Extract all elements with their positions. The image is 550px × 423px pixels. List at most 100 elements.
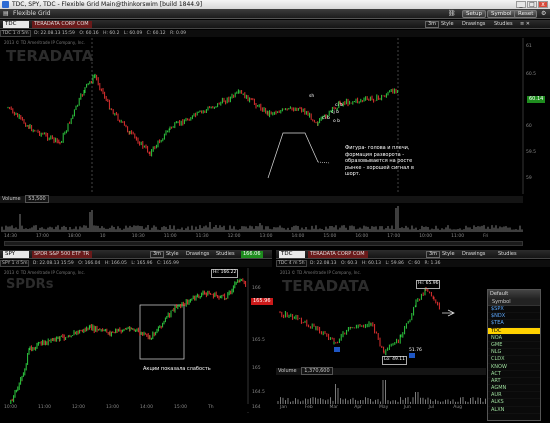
top-studies-button[interactable]: Studies (494, 21, 513, 28)
tdc-price-plot (279, 286, 455, 361)
price-axis-label: 61 (526, 44, 532, 49)
time-axis-label: 10 (99, 234, 106, 239)
top-quote-item: L: 60.09 (123, 31, 143, 36)
time-axis-label: 15:00 (174, 405, 187, 410)
tdc-quote-item: L: 59.86 (385, 261, 404, 266)
time-axis-label: Feb (304, 405, 313, 410)
tdc-quote-item: TDC 4 m 5h (276, 260, 307, 267)
watchlist-item[interactable]: $SPX (488, 306, 540, 314)
time-axis-label: 15:00 (323, 234, 337, 239)
watchlist-item[interactable]: AGMN (488, 385, 540, 393)
pattern-annotation: Фигура- голова и плечи, формация разворо… (345, 145, 414, 177)
tdc-symbol-description: TERADATA CORP COM (308, 251, 368, 258)
watchlist-item[interactable]: ACT (488, 371, 540, 378)
spy-quote-item: L: 165.96 (131, 261, 153, 266)
link-icon[interactable]: ⛓ (448, 10, 456, 18)
top-pane-menu-icon[interactable]: ≡ ✕ (520, 21, 530, 28)
top-price-plot (7, 38, 524, 194)
watchlist-column-header[interactable]: Symbol (488, 299, 540, 306)
top-chart-header: TDC TERADATA CORP COM 3m Style Drawings … (0, 20, 550, 29)
window-title: TDC, SPY, TDC - Flexible Grid Main@think… (12, 1, 203, 8)
watchlist-item[interactable]: NLG (488, 349, 540, 357)
watchlist-item[interactable]: ALXN (488, 407, 540, 414)
minimize-button[interactable]: _ (516, 1, 526, 8)
tdc-mark-label: 51.76 (409, 348, 422, 353)
top-drawings-button[interactable]: Drawings (462, 21, 485, 28)
tdc-price-chart[interactable]: 2013 © TD Ameritrade IP Company, Inc. TE… (276, 268, 486, 368)
spy-annotation: Акции показала слабость (143, 366, 211, 372)
spy-price-axis: 164 (252, 405, 261, 410)
time-axis-label: Jul (428, 405, 434, 410)
time-axis-label: Apr (354, 405, 363, 410)
watchlist-header[interactable]: Default (488, 290, 540, 299)
tdc-studies-button[interactable]: Studies (498, 251, 517, 258)
tdc-volume-chart (276, 376, 486, 404)
tdc-quote-item: C: 60 (408, 261, 421, 266)
watchlist-item[interactable]: ART (488, 378, 540, 386)
top-style-button[interactable]: Style (441, 21, 454, 28)
watchlist-item[interactable]: KNOW (488, 364, 540, 371)
grid-icon[interactable]: ▤ (3, 10, 9, 18)
pattern-label: ci b (322, 116, 331, 121)
tdc-period-button[interactable]: 3m (426, 251, 441, 258)
spy-drawings-button[interactable]: Drawings (186, 251, 209, 258)
time-axis-label: Mar (329, 405, 339, 410)
watchlist-item[interactable]: ALKS (488, 399, 540, 407)
spy-quote-item: O: 166.04 (78, 261, 101, 266)
tdc-quote-item: R: 1.36 (424, 261, 441, 266)
tdc-quote-item: D: 22.08.13 (310, 261, 337, 266)
time-axis-label: 10:30 (131, 234, 145, 239)
top-quote-item: R: 0.09 (170, 31, 187, 36)
time-axis-label: 11:00 (451, 234, 465, 239)
spy-chart-header: SPY SPDR S&P 500 ETF TR 3m Style Drawing… (0, 250, 272, 259)
price-axis-label: 60 (526, 124, 532, 129)
spy-period-button[interactable]: 3m (150, 251, 165, 258)
tdc-symbol-field[interactable]: TDC (279, 251, 305, 258)
watchlist-item[interactable]: TDC (488, 327, 540, 335)
pattern-label: o b (333, 119, 341, 124)
window-titlebar: TDC, SPY, TDC - Flexible Grid Main@think… (0, 0, 550, 9)
maximize-button[interactable]: □ (527, 1, 537, 8)
time-axis-label: Aug (453, 405, 463, 410)
reset-button[interactable]: Reset (514, 10, 538, 18)
pattern-label: ci b (335, 103, 344, 108)
top-quote-item: D: 22.08.13 15:59 (34, 31, 75, 36)
spy-symbol-field[interactable]: SPY (3, 251, 29, 258)
top-time-axis: 14:30 17:00 18:00 10 10:30 11:00 11:30 12:00 13:… (0, 233, 523, 241)
watchlist-item[interactable]: CLDX (488, 356, 540, 364)
tdc-style-button[interactable]: Style (442, 251, 455, 258)
watchlist-item[interactable]: $TEA (488, 320, 540, 328)
close-button[interactable]: x (538, 1, 548, 8)
watchlist-item[interactable]: GME (488, 342, 540, 350)
time-axis-label: 14:00 (140, 405, 153, 410)
watchlist-item[interactable]: NOA (488, 335, 540, 342)
symbol-button[interactable]: Symbol (487, 10, 516, 18)
app-label[interactable]: Flexible Grid (13, 10, 51, 18)
top-period-button[interactable]: 3m (425, 21, 440, 28)
spy-price-chart[interactable]: 2013 © TD Ameritrade IP Company, Inc. SP… (0, 268, 273, 413)
top-scrollbar[interactable] (4, 241, 523, 246)
spy-price-badge: 166.06 (241, 251, 263, 258)
time-axis-label: 11:00 (38, 405, 51, 410)
watchlist-item[interactable]: $NDX (488, 313, 540, 321)
spy-style-button[interactable]: Style (166, 251, 179, 258)
spy-studies-button[interactable]: Studies (216, 251, 235, 258)
top-symbol-field[interactable]: TDC (3, 21, 29, 28)
gear-icon[interactable]: ⚙ (541, 10, 546, 18)
top-last-price-badge: 60.14 (527, 96, 546, 103)
top-volume-label: Volume (2, 196, 21, 202)
top-price-chart[interactable]: 2013 © TD Ameritrade IP Company, Inc. TE… (0, 38, 550, 194)
tdc-drawings-button[interactable]: Drawings (462, 251, 485, 258)
price-axis-label: 59.5 (526, 150, 537, 155)
watchlist-item[interactable]: AUR (488, 392, 540, 400)
time-axis-label: Jun (403, 405, 411, 410)
time-axis-label: 13:00 (106, 405, 119, 410)
setup-button[interactable]: Setup (462, 10, 487, 18)
time-axis-label: 16:00 (355, 234, 369, 239)
watchlist-title[interactable]: Default (490, 291, 508, 297)
tdc-hi-label: Hi: 65.96 (416, 280, 441, 289)
top-symbol-description: TERADATA CORP COM (32, 21, 92, 28)
spy-price-axis: 165.5 (252, 338, 265, 343)
tdc-lo-label: Lo: 49.11 (382, 356, 408, 365)
tdc-quote-bar: TDC 4 m 5h D: 22.08.13 O: 60.3 H: 60.13 … (276, 260, 550, 267)
